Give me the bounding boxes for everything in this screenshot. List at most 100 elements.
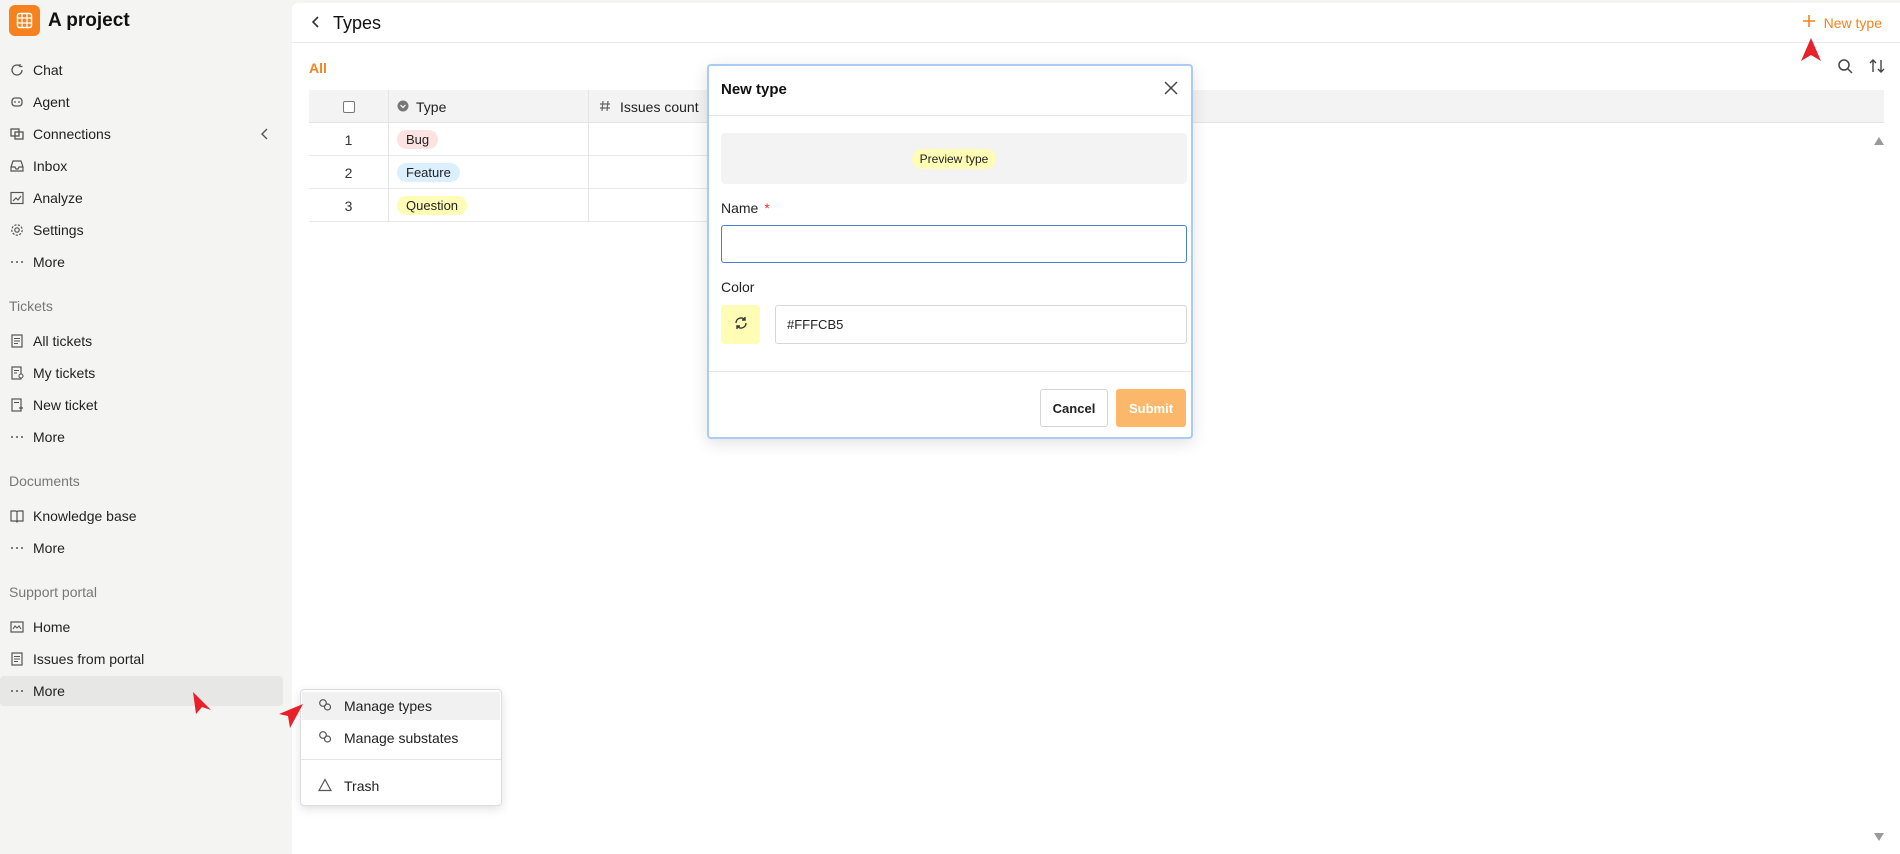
issues-count-cell: [589, 189, 709, 222]
type-pill: Feature: [397, 163, 460, 182]
issues-count-cell: [589, 156, 709, 189]
sidebar-item-label: More: [33, 254, 65, 270]
column-label: Issues count: [620, 98, 699, 115]
sidebar-item-label: Settings: [33, 222, 84, 238]
refresh-icon: [733, 315, 749, 334]
color-field-label: Color: [721, 279, 755, 295]
sidebar-item-settings[interactable]: Settings: [0, 215, 283, 245]
required-marker: *: [764, 200, 770, 216]
cancel-button[interactable]: Cancel: [1040, 389, 1108, 427]
sidebar-item-my-tickets[interactable]: My tickets: [0, 358, 283, 388]
sidebar-item-label: Inbox: [33, 158, 68, 174]
type-cell: Bug: [389, 123, 589, 156]
more-icon: [9, 541, 24, 556]
row-number: 1: [309, 123, 389, 156]
sidebar-item-all-tickets[interactable]: All tickets: [0, 326, 283, 356]
sidebar-item-tickets-more[interactable]: More: [0, 422, 283, 452]
new-type-button[interactable]: New type: [1802, 14, 1882, 31]
sidebar-item-portal-more[interactable]: More: [0, 676, 283, 706]
more-icon: [9, 255, 24, 270]
sidebar-item-home[interactable]: Home: [0, 612, 283, 642]
gear-icon: [9, 223, 24, 238]
column-header-issues-count[interactable]: Issues count: [589, 90, 709, 123]
preview-area: Preview type: [721, 133, 1187, 184]
cursor-arrow-icon: [279, 704, 303, 728]
menu-item-manage-substates[interactable]: Manage substates: [302, 724, 500, 752]
new-type-label: New type: [1823, 14, 1882, 31]
issues-icon: [9, 652, 24, 667]
sidebar-item-label: Home: [33, 619, 71, 635]
sidebar-item-more[interactable]: More: [0, 247, 283, 277]
scroll-down-arrow[interactable]: [1874, 828, 1884, 844]
scroll-up-arrow[interactable]: [1874, 132, 1884, 148]
manage-substates-icon: [318, 730, 332, 747]
type-pill: Question: [397, 196, 468, 215]
name-field-label: Name *: [721, 200, 770, 216]
plus-icon: [1802, 14, 1816, 31]
sidebar-item-label: Issues from portal: [33, 651, 145, 667]
new-ticket-icon: [9, 398, 24, 413]
row-number: 3: [309, 189, 389, 222]
book-icon: [9, 509, 24, 524]
more-icon: [9, 430, 24, 445]
menu-item-trash[interactable]: Trash: [302, 772, 500, 800]
menu-divider: [301, 759, 501, 760]
trash-icon: [317, 777, 333, 795]
my-tickets-icon: [9, 366, 24, 381]
table-row[interactable]: 3 Question: [309, 189, 709, 222]
sidebar-item-label: New ticket: [33, 397, 98, 413]
close-icon[interactable]: [1163, 80, 1179, 99]
type-cell: Feature: [389, 156, 589, 189]
select-all-cell: [309, 90, 389, 123]
sidebar-item-label: More: [33, 429, 65, 445]
sidebar-item-agent[interactable]: Agent: [0, 87, 283, 117]
sidebar-item-analyze[interactable]: Analyze: [0, 183, 283, 213]
sidebar-item-connections[interactable]: Connections: [0, 119, 283, 149]
sidebar-item-label: More: [33, 683, 65, 699]
search-icon[interactable]: [1837, 58, 1853, 77]
dialog-footer: Cancel Submit: [709, 371, 1191, 437]
sidebar-item-knowledge-base[interactable]: Knowledge base: [0, 501, 283, 531]
dialog-header: New type: [709, 66, 1191, 116]
sidebar-item-label: Agent: [33, 94, 70, 110]
table-row[interactable]: 1 Bug: [309, 123, 709, 156]
column-header-type[interactable]: Type: [389, 90, 589, 123]
menu-item-label: Manage types: [344, 698, 432, 714]
sidebar-item-inbox[interactable]: Inbox: [0, 151, 283, 181]
sidebar-item-label: My tickets: [33, 365, 96, 381]
brand[interactable]: A project: [9, 5, 130, 36]
menu-item-label: Trash: [344, 778, 380, 794]
section-title-tickets: Tickets: [9, 298, 53, 314]
type-pill: Bug: [397, 130, 439, 149]
more-popup-menu: Manage types Manage substates Trash: [300, 689, 502, 806]
sidebar-item-issues-from-portal[interactable]: Issues from portal: [0, 644, 283, 674]
sidebar-item-documents-more[interactable]: More: [0, 533, 283, 563]
filter-all-tab[interactable]: All: [309, 60, 327, 76]
section-title-support-portal: Support portal: [9, 584, 97, 600]
menu-item-label: Manage substates: [344, 730, 459, 746]
manage-types-icon: [318, 698, 332, 715]
tickets-icon: [9, 334, 24, 349]
inbox-icon: [9, 159, 24, 174]
sidebar-item-new-ticket[interactable]: New ticket: [0, 390, 283, 420]
preview-type-pill: Preview type: [911, 148, 997, 169]
analyze-icon: [9, 191, 24, 206]
back-icon[interactable]: [310, 15, 322, 32]
cursor-arrow-icon: [1801, 38, 1821, 61]
chevron-left-icon[interactable]: [260, 127, 270, 143]
chat-icon: [9, 63, 24, 78]
name-input[interactable]: [721, 225, 1187, 263]
color-hex-input[interactable]: [775, 305, 1187, 344]
color-refresh-button[interactable]: [721, 305, 760, 344]
name-label: Name: [721, 200, 759, 216]
submit-button[interactable]: Submit: [1116, 389, 1186, 427]
sort-icon[interactable]: [1869, 58, 1885, 77]
dialog-title: New type: [721, 81, 787, 98]
table-row[interactable]: 2 Feature: [309, 156, 709, 189]
menu-item-manage-types[interactable]: Manage types: [302, 692, 500, 720]
sidebar-item-label: Knowledge base: [33, 508, 137, 524]
sidebar-item-label: Analyze: [33, 190, 83, 206]
select-all-checkbox[interactable]: [342, 100, 355, 113]
sidebar-item-chat[interactable]: Chat: [0, 55, 283, 85]
more-icon: [9, 684, 24, 699]
